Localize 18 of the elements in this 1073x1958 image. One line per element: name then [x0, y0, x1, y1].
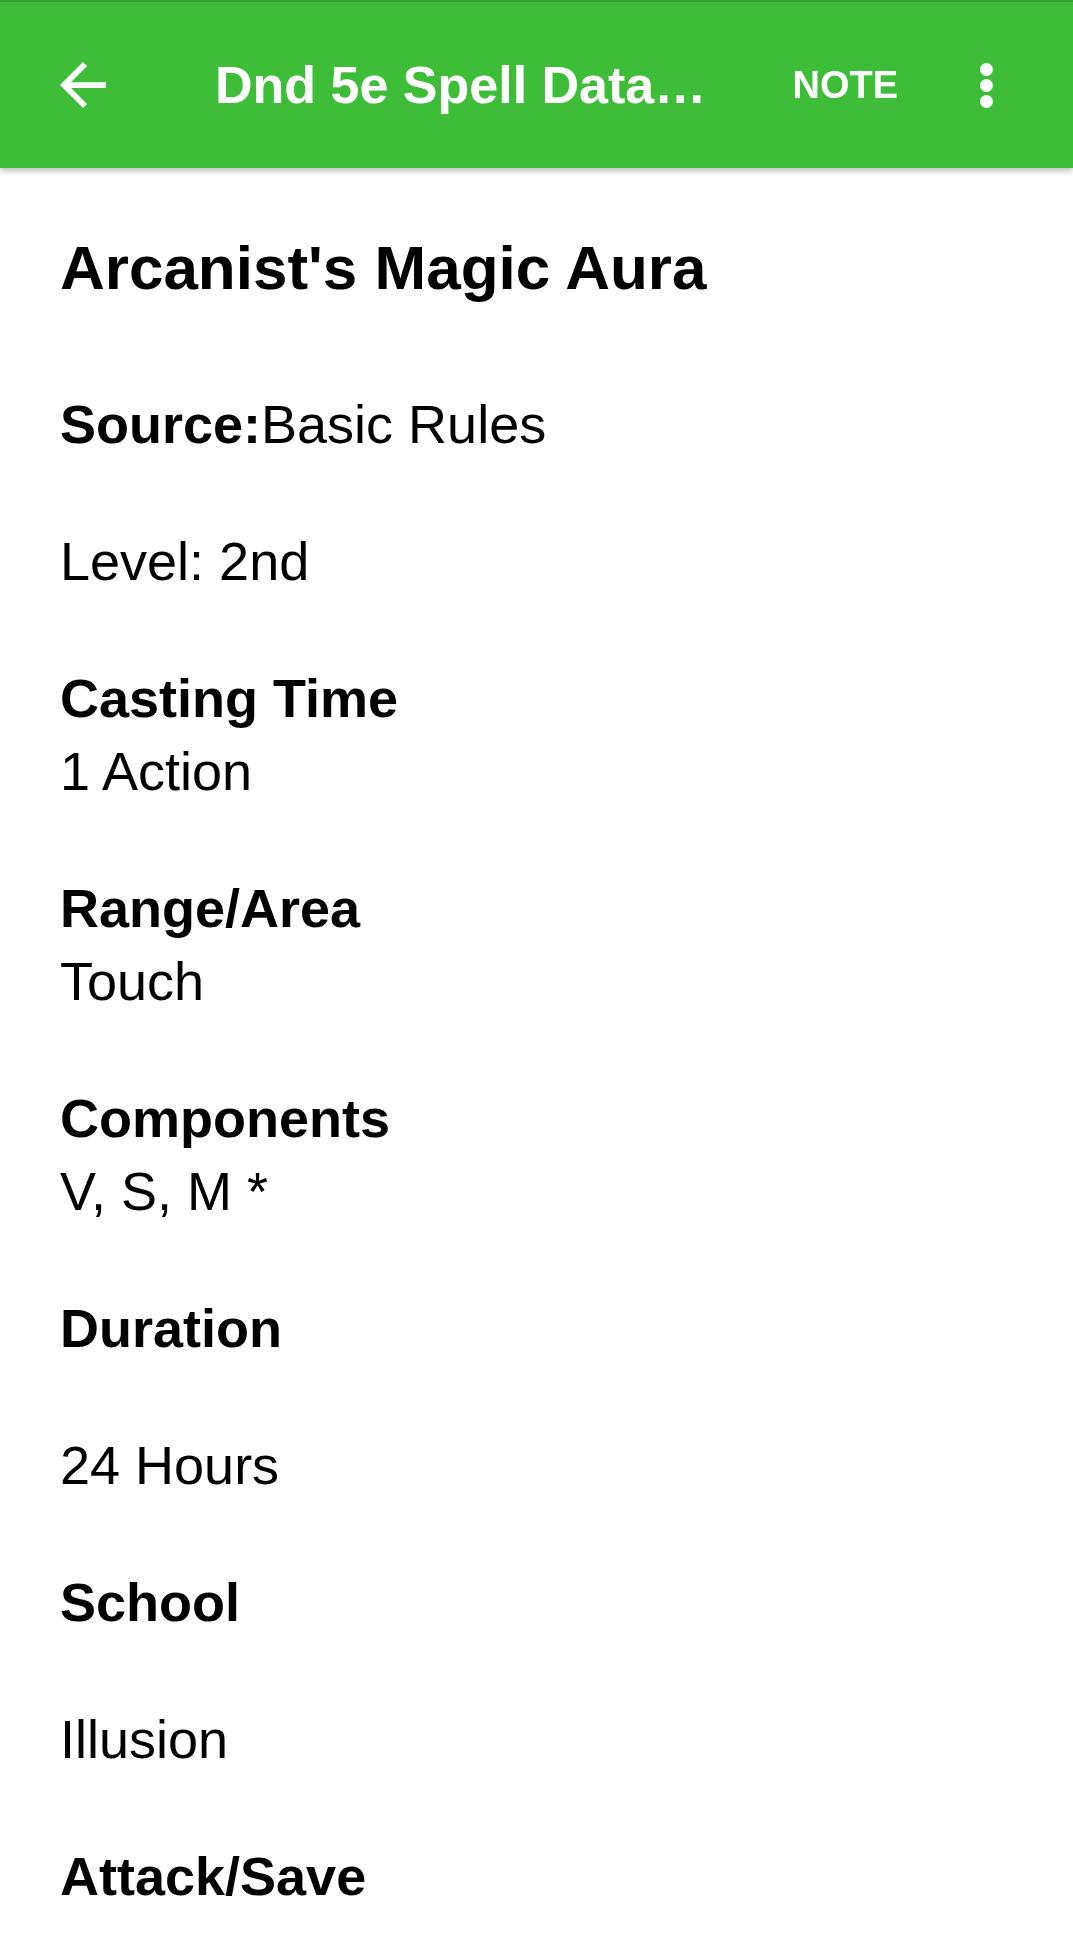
detail-value: 24 Hours — [60, 1434, 281, 1497]
detail-label: Components — [60, 1087, 391, 1150]
detail-label: Duration — [60, 1297, 283, 1360]
detail-label: Attack/Save — [60, 1845, 368, 1908]
app-bar-title: Dnd 5e Spell Data… — [215, 54, 708, 116]
detail-value: Illusion — [60, 1708, 230, 1771]
detail-value: Touch — [60, 950, 206, 1013]
detail-label: Casting Time — [60, 667, 400, 730]
more-options-icon[interactable] — [980, 62, 993, 108]
detail-value: V, S, M * — [60, 1160, 270, 1223]
detail-value: 1 Action — [60, 740, 254, 803]
back-arrow-icon[interactable] — [60, 62, 106, 108]
detail-text: Level: 2nd — [60, 530, 311, 593]
spell-name: Arcanist's Magic Aura — [60, 232, 708, 304]
detail-label: Range/Area — [60, 877, 362, 940]
detail-text: Source:Basic Rules — [60, 393, 548, 456]
note-button[interactable]: NOTE — [780, 53, 910, 117]
detail-label: School — [60, 1571, 241, 1634]
